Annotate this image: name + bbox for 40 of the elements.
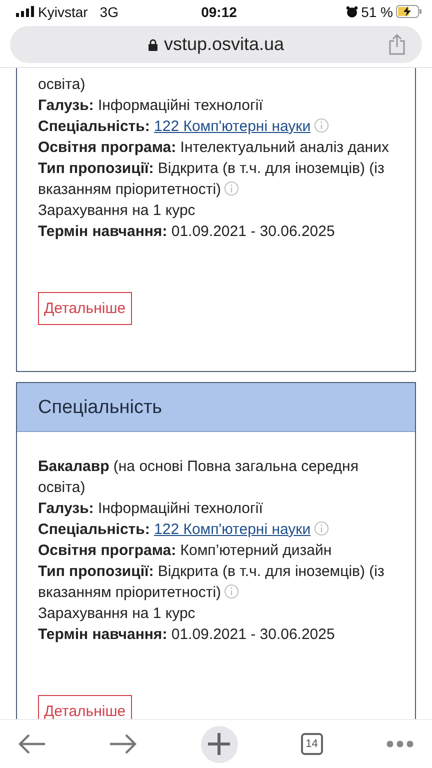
back-icon[interactable]: [18, 733, 46, 755]
tabs-button[interactable]: 14: [300, 733, 323, 755]
specialty-link[interactable]: 122 Комп'ютерні науки: [154, 118, 311, 135]
info-text: Зарахування на 1 курс: [38, 201, 196, 221]
info-text: освіта): [38, 75, 86, 95]
card-title: Спеціальність: [17, 383, 415, 432]
alarm-icon: [346, 6, 358, 18]
info-text: Зарахування на 1 курс: [38, 604, 196, 624]
info-text: Галузь: Інформаційні технології: [38, 96, 264, 116]
battery-percent: 51 %: [361, 4, 393, 20]
info-icon[interactable]: [314, 521, 329, 536]
details-button[interactable]: Детальніше: [38, 695, 132, 719]
carrier-name: Kyivstar: [38, 4, 88, 20]
info-text: Спеціальність: 122 Комп'ютерні науки: [38, 519, 394, 540]
info-text: Бакалавр (на основі Повна загальна середня освіта): [38, 457, 360, 498]
battery-charging-icon: [396, 5, 422, 18]
info-icon[interactable]: [224, 584, 240, 599]
info-text: Спеціальність: 122 Комп'ютерні науки: [38, 116, 394, 137]
info-text: Термін навчання: 01.09.2021 - 30.06.2025: [38, 625, 336, 645]
share-icon[interactable]: [388, 34, 406, 55]
info-text: Освітня програма: Інтелектуальний аналіз даних: [38, 138, 390, 158]
details-button[interactable]: Детальніше: [38, 292, 132, 325]
info-text: Освітня програма: Комп’ютерний дизайн: [38, 541, 333, 561]
lock-icon: [148, 38, 158, 50]
info-icon[interactable]: [314, 118, 329, 133]
specialty-link[interactable]: 122 Комп'ютерні науки: [154, 521, 311, 538]
info-text: Тип пропозиції: Відкрита (в т.ч. для іноземців) (із вказанням пріоритетності): [38, 159, 386, 200]
clock-time: 09:12: [200, 4, 238, 20]
info-icon[interactable]: [224, 181, 240, 196]
new-tab-button[interactable]: [200, 726, 238, 762]
url-text: vstup.osvita.ua: [164, 34, 284, 55]
more-icon[interactable]: [386, 740, 414, 748]
info-text: Тип пропозиції: Відкрита (в т.ч. для іноземців) (із вказанням пріоритетності): [38, 562, 386, 603]
info-text: Галузь: Інформаційні технології: [38, 499, 264, 519]
signal-icon: [16, 6, 34, 17]
plus-icon: [207, 732, 231, 756]
address-bar[interactable]: vstup.osvita.ua: [10, 26, 422, 63]
info-text: Термін навчання: 01.09.2021 - 30.06.2025: [38, 222, 336, 242]
forward-icon[interactable]: [109, 733, 138, 755]
network-type: 3G: [100, 4, 118, 20]
